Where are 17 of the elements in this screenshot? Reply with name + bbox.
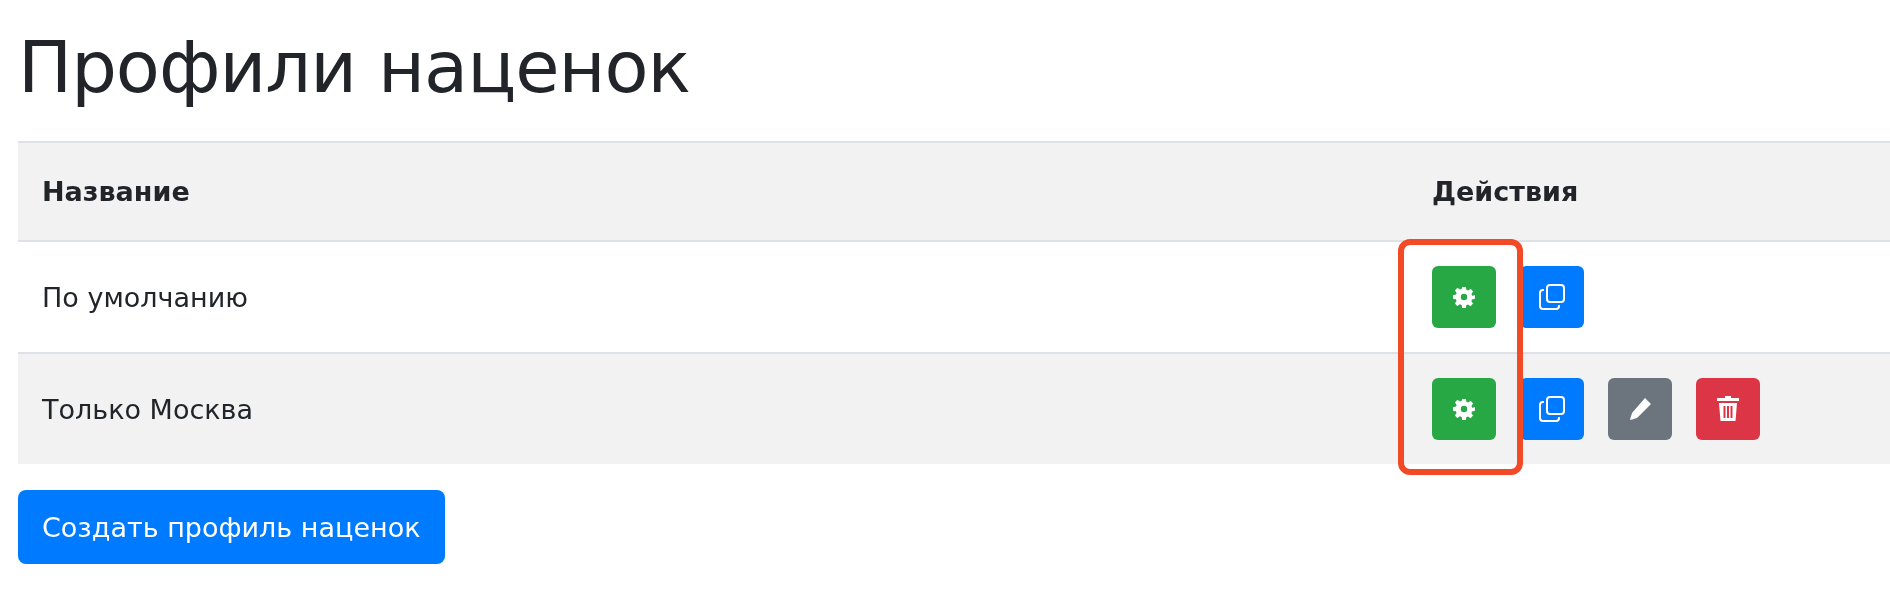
gear-icon	[1453, 286, 1475, 308]
trash-icon	[1717, 396, 1739, 422]
gear-icon	[1453, 398, 1475, 420]
edit-button[interactable]	[1608, 378, 1672, 440]
copy-icon	[1537, 282, 1567, 312]
profile-name: По умолчанию	[42, 281, 248, 313]
column-header: Действия	[1432, 176, 1579, 207]
create-profile-button[interactable]: Создать профиль наценок	[18, 490, 445, 564]
settings-button[interactable]	[1432, 266, 1496, 328]
copy-button[interactable]	[1520, 378, 1584, 440]
column-header: Название	[42, 176, 190, 207]
delete-button[interactable]	[1696, 378, 1760, 440]
copy-button[interactable]	[1520, 266, 1584, 328]
settings-button[interactable]	[1432, 378, 1496, 440]
copy-icon	[1537, 394, 1567, 424]
profile-name: Только Москва	[42, 393, 254, 425]
page-title: Профили наценок	[18, 24, 692, 111]
